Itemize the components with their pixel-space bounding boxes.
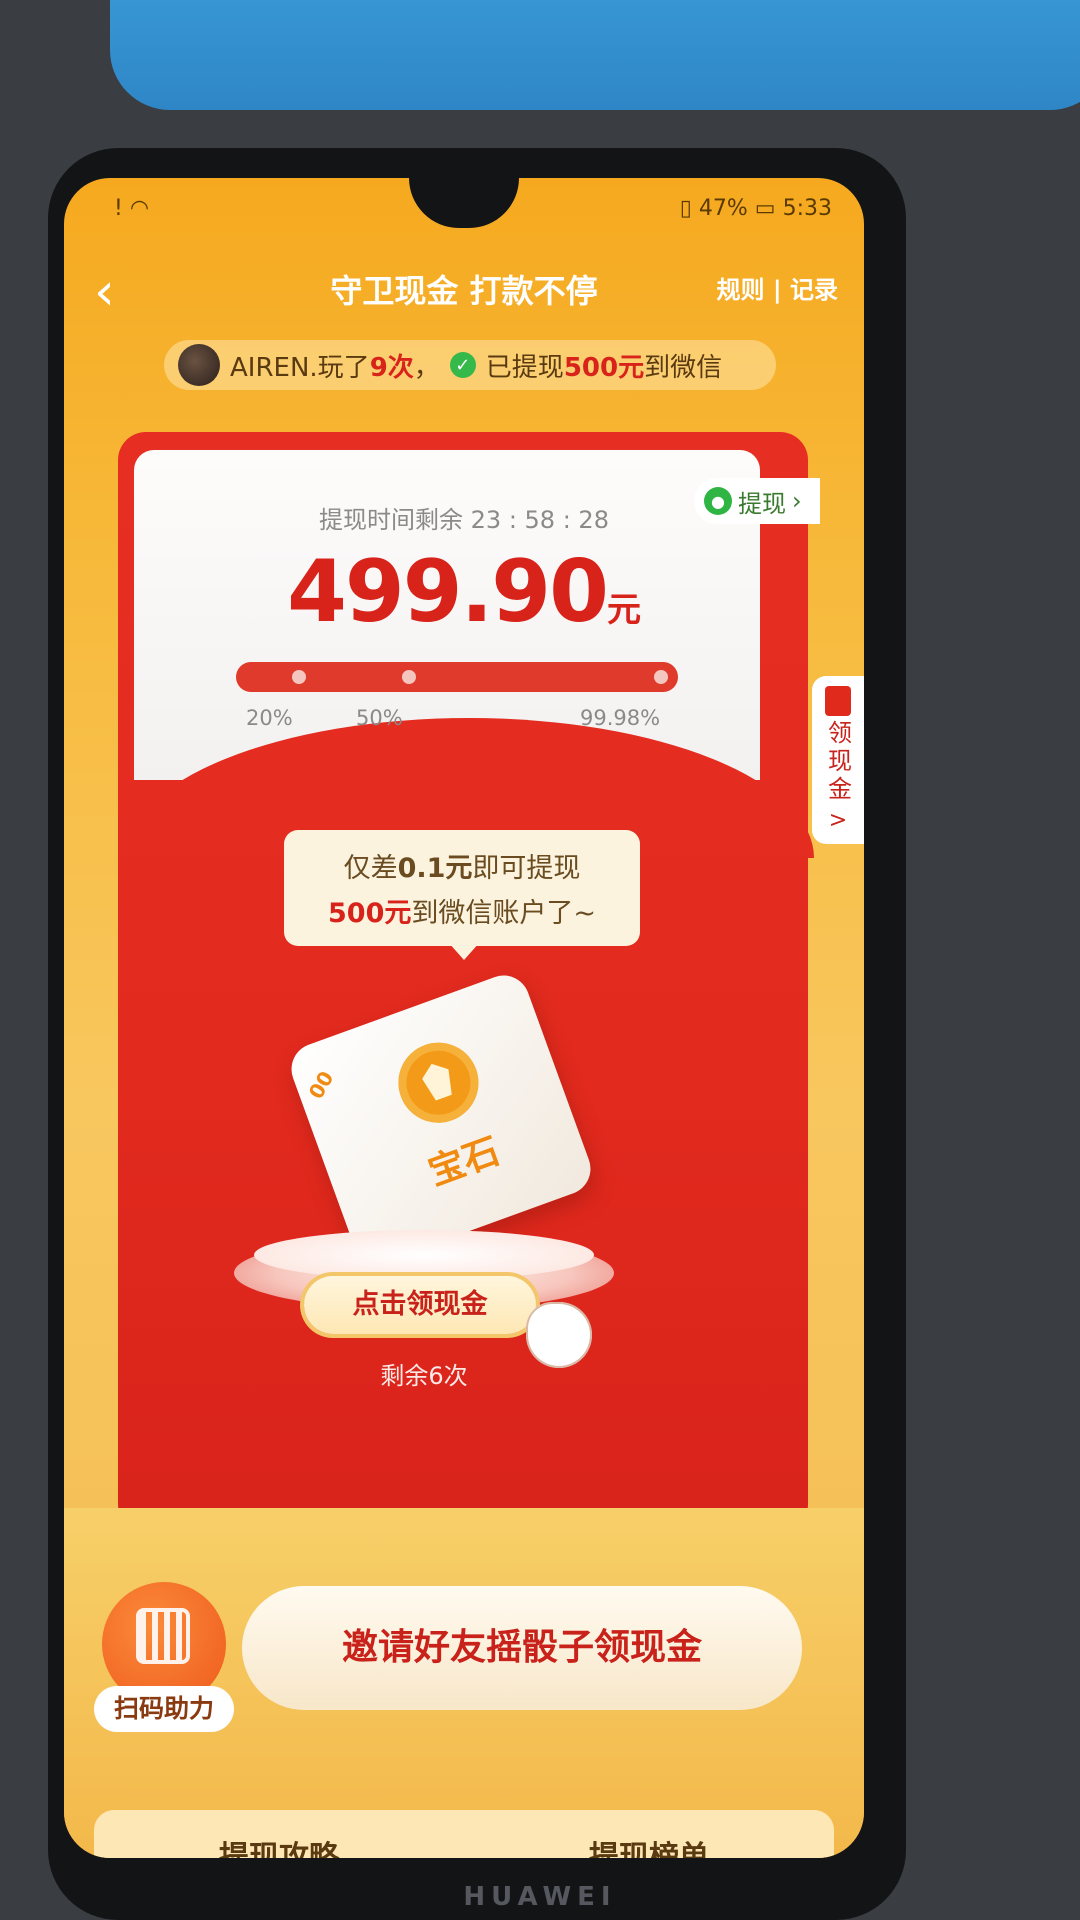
hint-prefix: 仅差: [343, 853, 398, 884]
tab-withdraw-guide[interactable]: 提现攻略: [219, 1832, 339, 1858]
countdown-timer: 提现时间剩余 23 : 58 : 28: [64, 500, 864, 535]
side-tab-label: 领现金: [823, 720, 852, 804]
amount-unit: 元: [606, 590, 641, 630]
invite-friends-button[interactable]: 邀请好友摇骰子领现金: [242, 1586, 802, 1710]
progress-bar: [236, 662, 678, 692]
hint-target-value: 500元: [328, 898, 412, 929]
background-object: [110, 0, 1080, 110]
bottom-tabs: 提现攻略 提现榜单: [94, 1810, 834, 1858]
claim-cash-side-tab[interactable]: 领现金 >: [812, 676, 864, 844]
dice-platform-top: [254, 1230, 594, 1280]
phone-brand-logo: HUAWEI: [463, 1882, 617, 1912]
claim-cash-button[interactable]: 点击领现金: [304, 1276, 536, 1334]
dice-face-label: 宝石: [423, 1130, 506, 1194]
gem-icon: [387, 1031, 490, 1134]
timer-label: 提现时间剩余: [319, 506, 464, 534]
tab-withdraw-ranking[interactable]: 提现榜单: [589, 1832, 709, 1858]
progress-dot: [292, 670, 306, 684]
hint-target-suffix: 到微信账户了~: [411, 898, 596, 929]
chevron-right-icon: >: [828, 808, 848, 833]
card-layer: ● 提现 › 提现时间剩余 23 : 58 : 28 499.90元 20% 5…: [64, 178, 864, 1858]
progress-dot: [654, 670, 668, 684]
progress-label: 99.98%: [580, 706, 661, 730]
scan-help-label[interactable]: 扫码助力: [94, 1686, 234, 1732]
progress-dot: [402, 670, 416, 684]
progress-label: 20%: [246, 706, 293, 730]
timer-value: 23 : 58 : 28: [470, 506, 609, 534]
red-packet-icon: [825, 686, 851, 716]
amount-value: 499.90: [287, 542, 609, 642]
hint-gap-value: 0.1元: [397, 853, 473, 884]
bubble-tail: [448, 942, 480, 960]
qr-code-icon: [136, 1608, 190, 1664]
balance-amount: 499.90元: [64, 542, 864, 642]
progress-label: 50%: [356, 706, 403, 730]
dice-side-text: 00: [303, 1066, 339, 1104]
remaining-count: 剩余6次: [380, 1362, 468, 1390]
hint-bubble: 仅差0.1元即可提现 500元到微信账户了~: [284, 830, 640, 946]
hint-suffix: 即可提现: [472, 853, 581, 884]
